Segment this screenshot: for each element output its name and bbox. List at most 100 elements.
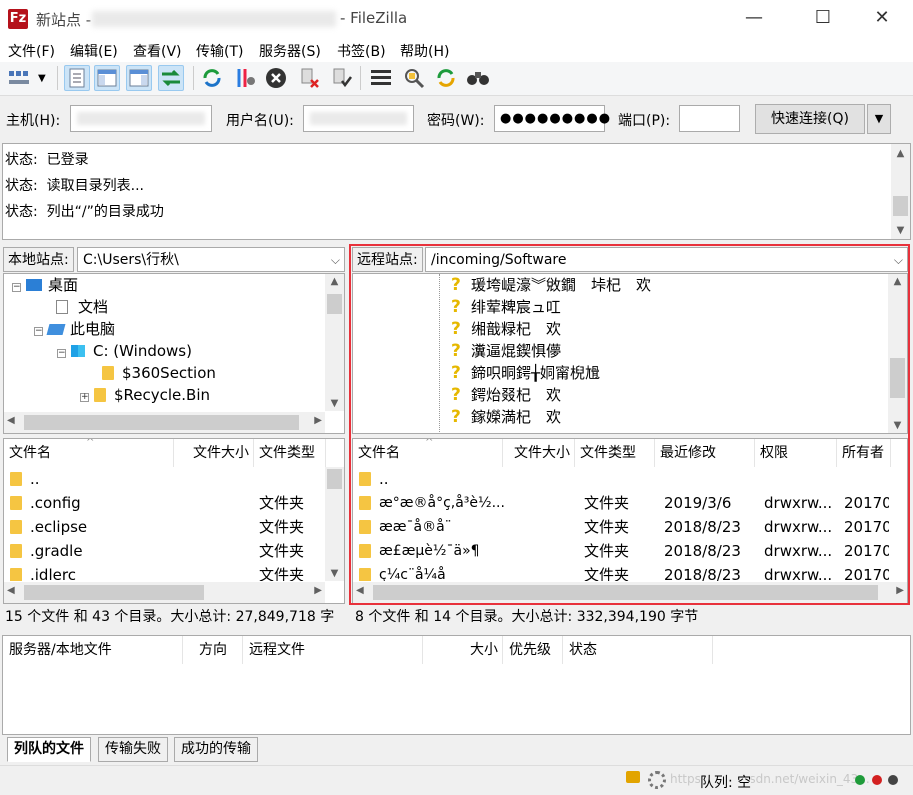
list-item[interactable]: .config 文件夹 bbox=[10, 491, 325, 515]
scroll-left-icon[interactable]: ◀ bbox=[7, 585, 15, 596]
column-permissions[interactable]: 权限 bbox=[755, 439, 837, 467]
toggle-remote-tree-icon[interactable] bbox=[126, 65, 152, 91]
queue-col-size[interactable]: 大小 bbox=[423, 636, 503, 664]
list-item[interactable]: .. bbox=[10, 467, 325, 491]
host-input[interactable] bbox=[70, 105, 212, 132]
tree-item-this-pc[interactable]: − 此电脑 bbox=[34, 318, 115, 340]
scroll-left-icon[interactable]: ◀ bbox=[7, 415, 15, 426]
scroll-up-icon[interactable]: ▲ bbox=[888, 276, 907, 287]
disconnect-icon[interactable] bbox=[297, 65, 323, 91]
queue-col-direction[interactable]: 方向 bbox=[183, 636, 243, 664]
list-item[interactable]: .idlerc 文件夹 bbox=[10, 563, 325, 581]
menu-bookmarks[interactable]: 书签(B) bbox=[337, 41, 386, 61]
process-queue-icon[interactable] bbox=[231, 65, 257, 91]
tree-item-recycle-bin[interactable]: + $Recycle.Bin bbox=[80, 384, 210, 406]
scroll-thumb[interactable] bbox=[327, 294, 342, 314]
cancel-icon[interactable] bbox=[263, 65, 289, 91]
tree-item-desktop[interactable]: − 桌面 bbox=[12, 274, 78, 296]
toggle-transfer-queue-icon[interactable] bbox=[158, 65, 184, 91]
menu-file[interactable]: 文件(F) bbox=[8, 41, 55, 61]
scroll-down-icon[interactable]: ▼ bbox=[891, 225, 910, 236]
queue-col-server-local-file[interactable]: 服务器/本地文件 bbox=[3, 636, 183, 664]
scroll-thumb[interactable] bbox=[890, 358, 905, 398]
search-remote-files-icon[interactable] bbox=[465, 65, 491, 91]
local-tree-vscrollbar[interactable]: ▲ ▼ bbox=[325, 274, 344, 411]
toggle-sync-browsing-icon[interactable] bbox=[401, 65, 427, 91]
port-input[interactable] bbox=[679, 105, 740, 132]
local-path-combo[interactable]: C:\Users\行秋\ ⌵ bbox=[77, 247, 345, 272]
toggle-message-log-icon[interactable] bbox=[64, 65, 90, 91]
tree-item[interactable]: ? 鍗呮晍鍔╁姛甯棿尳 bbox=[451, 362, 600, 384]
collapse-icon[interactable]: − bbox=[34, 327, 43, 336]
list-item[interactable]: æ£æµè½¯ä»¶ 文件夹 2018/8/23 drwxrw... 20170 bbox=[359, 539, 889, 563]
scroll-down-icon[interactable]: ▼ bbox=[888, 420, 907, 431]
username-input[interactable] bbox=[303, 105, 414, 132]
directory-listing-filters-icon[interactable] bbox=[368, 65, 394, 91]
menu-view[interactable]: 查看(V) bbox=[133, 41, 182, 61]
collapse-icon[interactable]: − bbox=[57, 349, 66, 358]
remote-tree-vscrollbar[interactable]: ▲ ▼ bbox=[888, 274, 907, 433]
list-item[interactable]: .. bbox=[359, 467, 889, 491]
column-owner[interactable]: 所有者 bbox=[837, 439, 891, 467]
tree-item-c-drive[interactable]: − C: (Windows) bbox=[57, 340, 192, 362]
column-modified[interactable]: 最近修改 bbox=[655, 439, 755, 467]
tree-item[interactable]: ? 鎵嬫満杞 欢 bbox=[451, 406, 561, 428]
list-item[interactable]: .eclipse 文件夹 bbox=[10, 515, 325, 539]
tree-item[interactable]: ? 缃戠粶杞 欢 bbox=[451, 318, 561, 340]
scroll-up-icon[interactable]: ▲ bbox=[325, 276, 344, 287]
tree-item[interactable]: ? 瑗垮崼濠︾敓鐗 垰杞 欢 bbox=[451, 274, 651, 296]
menu-help[interactable]: 帮助(H) bbox=[400, 41, 449, 61]
directory-comparison-icon[interactable] bbox=[433, 65, 459, 91]
tree-item[interactable]: ? 瀵逼焜鍥惧儚 bbox=[451, 340, 561, 362]
minimize-button[interactable]: — bbox=[731, 0, 777, 38]
scroll-down-icon[interactable]: ▼ bbox=[325, 398, 344, 409]
refresh-icon[interactable] bbox=[199, 65, 225, 91]
log-scrollbar[interactable]: ▲ ▼ bbox=[891, 144, 910, 239]
menu-edit[interactable]: 编辑(E) bbox=[70, 41, 118, 61]
queue-col-status[interactable]: 状态 bbox=[563, 636, 713, 664]
password-input[interactable]: ●●●●●●●●● bbox=[494, 105, 610, 132]
scroll-thumb[interactable] bbox=[373, 585, 878, 600]
queue-col-remote-file[interactable]: 远程文件 bbox=[243, 636, 423, 664]
site-manager-icon[interactable] bbox=[6, 65, 32, 91]
scroll-right-icon[interactable]: ▶ bbox=[314, 415, 322, 426]
maximize-button[interactable]: ☐ bbox=[800, 0, 846, 38]
column-filetype[interactable]: 文件类型 bbox=[575, 439, 655, 467]
expand-icon[interactable]: + bbox=[80, 393, 89, 402]
list-item[interactable]: .gradle 文件夹 bbox=[10, 539, 325, 563]
queue-col-priority[interactable]: 优先级 bbox=[503, 636, 563, 664]
column-filesize[interactable]: 文件大小 bbox=[503, 439, 575, 467]
scroll-thumb[interactable] bbox=[24, 585, 204, 600]
remote-path-combo[interactable]: /incoming/Software ⌵ bbox=[425, 247, 908, 272]
list-item[interactable]: ææ¯å®å¨ 文件夹 2018/8/23 drwxrw... 20170 bbox=[359, 515, 889, 539]
close-button[interactable]: ✕ bbox=[859, 0, 905, 38]
scroll-up-icon[interactable]: ▲ bbox=[891, 148, 910, 159]
quickconnect-button[interactable]: 快速连接(Q) bbox=[755, 104, 865, 134]
site-manager-dropdown-icon[interactable]: ▼ bbox=[38, 73, 46, 84]
chevron-down-icon[interactable]: ⌵ bbox=[331, 248, 340, 272]
scroll-left-icon[interactable]: ◀ bbox=[356, 585, 364, 596]
scroll-thumb[interactable] bbox=[327, 469, 342, 489]
local-tree-hscrollbar[interactable]: ◀ ▶ bbox=[4, 412, 325, 433]
tree-item[interactable]: ? 绯荤粺宸ュ叿 bbox=[451, 296, 561, 318]
local-list-vscrollbar[interactable]: ▼ bbox=[325, 467, 344, 581]
tab-successful-transfers[interactable]: 成功的传输 bbox=[174, 737, 258, 762]
tab-failed-transfers[interactable]: 传输失败 bbox=[98, 737, 168, 762]
list-item[interactable]: ç¼c¨å¼å 文件夹 2018/8/23 drwxrw... 20170 bbox=[359, 563, 889, 581]
collapse-icon[interactable]: − bbox=[12, 283, 21, 292]
column-filesize[interactable]: 文件大小 bbox=[174, 439, 254, 467]
menu-server[interactable]: 服务器(S) bbox=[259, 41, 321, 61]
reconnect-icon[interactable] bbox=[329, 65, 355, 91]
scroll-down-icon[interactable]: ▼ bbox=[325, 568, 344, 579]
quickconnect-dropdown-icon[interactable]: ▼ bbox=[867, 104, 891, 134]
scroll-thumb[interactable] bbox=[893, 196, 908, 216]
chevron-down-icon[interactable]: ⌵ bbox=[894, 248, 903, 272]
scroll-right-icon[interactable]: ▶ bbox=[314, 585, 322, 596]
tab-queued-files[interactable]: 列队的文件 bbox=[7, 737, 91, 762]
tree-item-360section[interactable]: $360Section bbox=[102, 362, 216, 384]
tree-item[interactable]: ? 鍔炲叕杞 欢 bbox=[451, 384, 561, 406]
list-item[interactable]: æ°æ®å°ç,å³è½... 文件夹 2019/3/6 drwxrw... 20170 bbox=[359, 491, 889, 515]
tree-item-documents[interactable]: 文档 bbox=[56, 296, 108, 318]
column-filetype[interactable]: 文件类型 bbox=[254, 439, 326, 467]
scroll-thumb[interactable] bbox=[24, 415, 299, 430]
